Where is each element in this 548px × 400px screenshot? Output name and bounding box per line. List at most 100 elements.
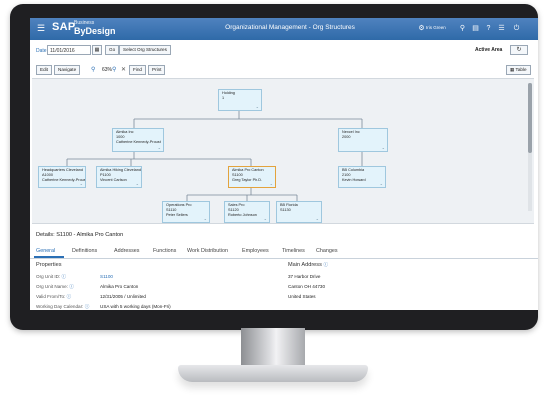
zoom-out-icon[interactable]: ⚲ <box>112 66 116 73</box>
power-icon[interactable]: ⏻ <box>512 24 521 33</box>
chevron-down-icon[interactable]: ⌄ <box>158 145 161 150</box>
org-node-id: 1 <box>222 96 225 100</box>
field-label-text: Org Unit ID: <box>36 274 61 279</box>
org-unit-name-label: Org Unit Name: ⓘ <box>36 284 74 290</box>
chevron-down-icon[interactable]: ⌄ <box>270 181 273 186</box>
app-screen: ☰ SAP Business ByDesign Organizational M… <box>30 18 538 310</box>
navigate-button[interactable]: Navigate <box>54 65 81 75</box>
main-address-title: Main Address ⓘ <box>288 262 328 268</box>
address-line-2: Canton OH 44730 <box>288 284 326 289</box>
help-icon[interactable]: ⓘ <box>62 274 67 279</box>
chart-toolbar: Edit Navigate ⚲ 63% ⚲ ✕ Find Print ▦ Tab… <box>30 64 538 78</box>
org-node-id: 2000 <box>342 135 351 139</box>
help-icon[interactable]: ⓘ <box>323 262 328 267</box>
org-node-operations-pro[interactable]: Operations Pro S1110 Peter Sellers ⌄ <box>162 201 210 223</box>
org-node-manager: Greg Taylor Ph.D. <box>232 178 263 182</box>
org-unit-id-value[interactable]: S1100 <box>100 274 113 279</box>
field-label-text: Org Unit Name: <box>36 284 68 289</box>
field-label-text: Valid From/To: <box>36 294 66 299</box>
chevron-down-icon[interactable]: ⌄ <box>136 181 139 186</box>
working-day-calendar-value: USA with 5 working days (Mon-Fri) <box>100 304 171 309</box>
tab-definitions[interactable]: Definitions <box>72 248 97 254</box>
chevron-down-icon[interactable]: ⌄ <box>256 104 259 109</box>
help-icon[interactable]: ? <box>484 24 493 33</box>
tab-general[interactable]: General <box>36 248 55 254</box>
address-line-3: United States <box>288 294 316 299</box>
select-org-structures-button[interactable]: Select Org Structures <box>119 45 171 55</box>
date-toolbar: Date 11/01/2016 ▦ Go Select Org Structur… <box>30 44 538 58</box>
org-node-manager: Kevin Howard <box>342 178 366 182</box>
working-day-calendar-label: Working Day Calendar: ⓘ <box>36 304 89 310</box>
org-node-sales-pro[interactable]: Sales Pro S1120 Roberto Johnson ⌄ <box>224 201 270 223</box>
find-button[interactable]: Find <box>129 65 146 75</box>
help-icon[interactable]: ⓘ <box>67 294 72 299</box>
org-node-manager: Vincent Carlson <box>100 178 127 182</box>
org-node-holding[interactable]: Holding 1 ⌄ <box>218 89 262 111</box>
active-area-label: Active Area <box>475 47 503 53</box>
tab-addresses[interactable]: Addresses <box>114 248 139 254</box>
tab-functions[interactable]: Functions <box>153 248 176 254</box>
details-tabs: General Definitions Addresses Functions … <box>30 246 538 259</box>
details-title: Details: S1100 - Almika Pro Canton <box>36 232 124 238</box>
org-node-manager: Peter Sellers <box>166 213 188 217</box>
org-node-almika-hiking-cleveland[interactable]: Almika Hiking Cleveland P1100 Vincent Ca… <box>96 166 142 188</box>
search-icon[interactable]: ⚲ <box>458 24 467 33</box>
date-label: Date <box>36 48 47 54</box>
table-label: Table <box>515 67 527 72</box>
close-icon[interactable]: ✕ <box>121 66 126 73</box>
main-address-title-text: Main Address <box>288 262 322 268</box>
org-node-bb-florida[interactable]: BB Florida S1130 ⌄ <box>276 201 322 223</box>
org-unit-id-label: Org Unit ID: ⓘ <box>36 274 66 280</box>
user-name[interactable]: Iris Green <box>426 25 446 30</box>
active-tab-indicator <box>34 256 64 258</box>
tab-timelines[interactable]: Timelines <box>282 248 305 254</box>
edit-button[interactable]: Edit <box>36 65 52 75</box>
org-node-manager: Roberto Johnson <box>228 213 257 217</box>
chevron-down-icon[interactable]: ⌄ <box>380 181 383 186</box>
org-node-manager: Catherine Kennedy-Proust <box>116 140 161 144</box>
org-unit-name-value: Almika Pro Canton <box>100 284 139 289</box>
valid-from-to-value: 12/31/2005 / Unlimited <box>100 294 146 299</box>
scroll-thumb[interactable] <box>528 83 532 153</box>
menu-icon[interactable]: ☰ <box>37 23 46 33</box>
address-line-1: 37 Harbor Drive <box>288 274 321 279</box>
chevron-down-icon[interactable]: ⌄ <box>382 145 385 150</box>
go-button[interactable]: Go <box>105 45 120 55</box>
org-node-almika-inc[interactable]: Almika Inc 1000 Catherine Kennedy-Proust… <box>112 128 164 152</box>
tab-changes[interactable]: Changes <box>316 248 338 254</box>
brand-logo: SAP <box>52 21 76 33</box>
zoom-in-icon[interactable]: ⚲ <box>91 66 95 73</box>
properties-title: Properties <box>36 262 62 268</box>
help-icon[interactable]: ⓘ <box>69 284 74 289</box>
org-node-almika-pro-canton[interactable]: Almika Pro Canton S1100 Greg Taylor Ph.D… <box>228 166 276 188</box>
help-icon[interactable]: ⓘ <box>85 304 90 309</box>
org-node-id: S1130 <box>280 208 291 212</box>
tab-work-distribution[interactable]: Work Distribution <box>187 248 228 254</box>
chevron-down-icon[interactable]: ⌄ <box>316 216 319 221</box>
tab-employees[interactable]: Employees <box>242 248 269 254</box>
chevron-down-icon[interactable]: ⌄ <box>264 216 267 221</box>
brand-product: ByDesign <box>74 26 116 36</box>
table-button[interactable]: ▦ Table <box>506 65 531 75</box>
chevron-down-icon[interactable]: ⌄ <box>80 181 83 186</box>
chevron-down-icon[interactable]: ⌄ <box>204 216 207 221</box>
print-button[interactable]: Print <box>148 65 166 75</box>
page-title: Organizational Management - Org Structur… <box>225 24 355 31</box>
org-node-headquarters-cleveland[interactable]: Headquarters Cleveland A1000 Catherine K… <box>38 166 86 188</box>
document-icon[interactable]: ▤ <box>471 24 480 33</box>
monitor-stand-base <box>178 365 368 382</box>
list-icon[interactable]: ☰ <box>497 24 506 33</box>
zoom-level: 63% <box>102 67 113 73</box>
org-chart: Holding 1 ⌄ Almika Inc 1000 Catherine Ke… <box>32 78 534 224</box>
org-node-nexcel-inc[interactable]: Nexcel Inc 2000 ⌄ <box>338 128 388 152</box>
date-input[interactable]: 11/01/2016 <box>47 45 91 55</box>
chart-scrollbar[interactable] <box>528 83 532 211</box>
monitor-bezel: ☰ SAP Business ByDesign Organizational M… <box>10 4 538 330</box>
refresh-icon[interactable]: ↻ <box>510 45 528 55</box>
valid-from-to-label: Valid From/To: ⓘ <box>36 294 71 300</box>
monitor-stand-neck <box>241 328 305 368</box>
calendar-icon[interactable]: ▦ <box>92 45 102 55</box>
settings-icon[interactable]: ⚙ <box>417 24 426 33</box>
org-node-bb-columbia[interactable]: BB Columbia 2100 Kevin Howard ⌄ <box>338 166 386 188</box>
shell-bar: ☰ SAP Business ByDesign Organizational M… <box>30 18 538 40</box>
